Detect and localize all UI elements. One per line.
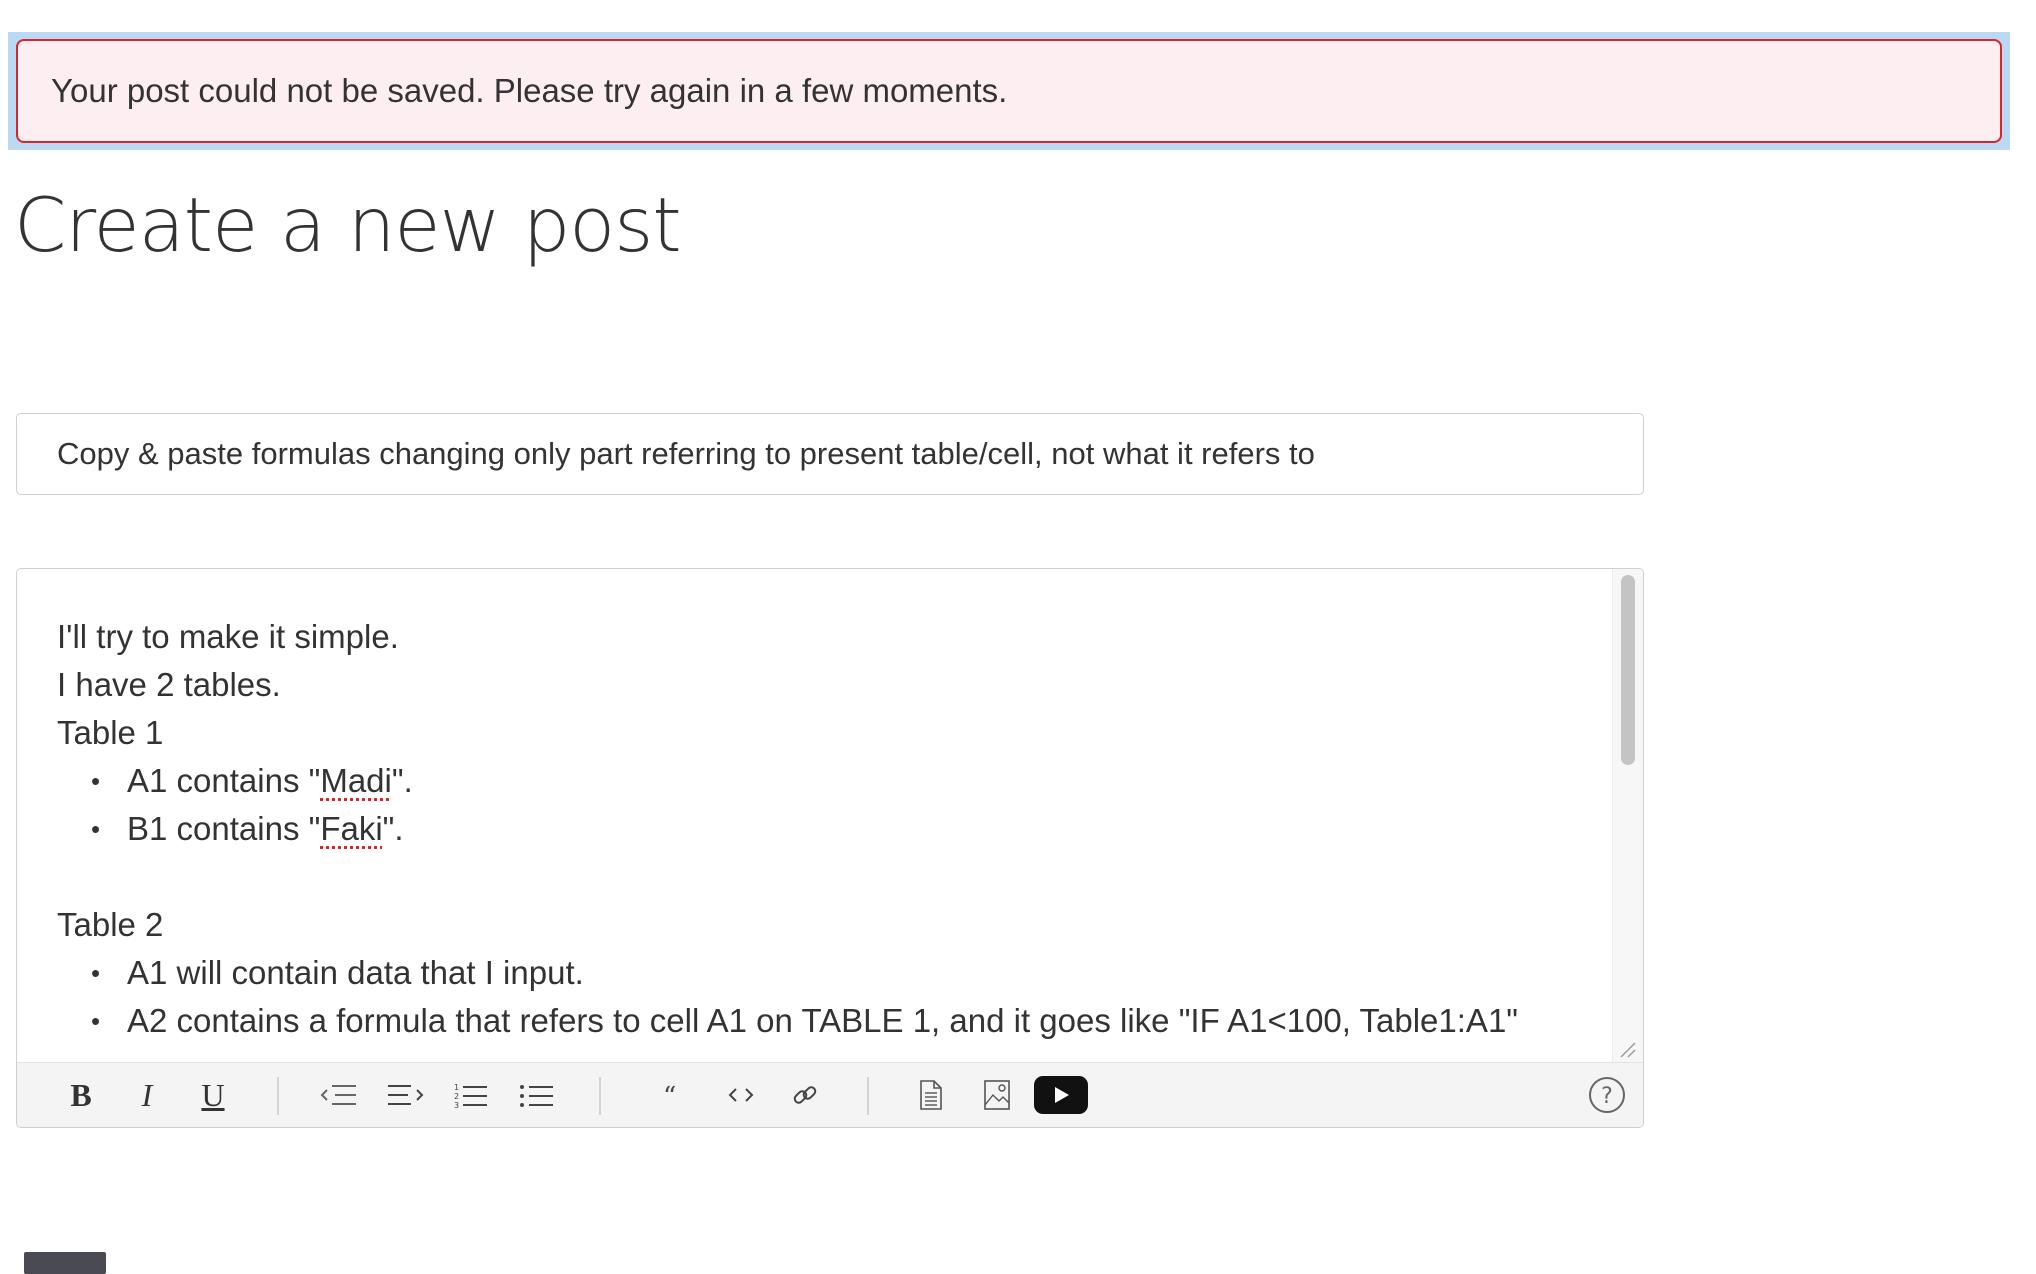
code-icon — [728, 1088, 754, 1102]
bold-button[interactable]: B — [59, 1073, 103, 1117]
outdent-button[interactable] — [317, 1073, 361, 1117]
quote-icon: “ — [663, 1083, 676, 1107]
svg-text:2: 2 — [454, 1092, 459, 1101]
misspelled-word[interactable]: Madi — [320, 762, 392, 799]
insert-video-button[interactable] — [1033, 1073, 1089, 1117]
italic-button[interactable]: I — [125, 1073, 169, 1117]
list-item: B1 contains "Faki". — [91, 805, 1573, 853]
help-button[interactable]: ? — [1585, 1073, 1629, 1117]
table2-heading: Table 2 — [57, 906, 164, 943]
attach-file-button[interactable] — [909, 1073, 953, 1117]
alert-focus-ring: Your post could not be saved. Please try… — [8, 32, 2010, 150]
editor-toolbar: B I U 1 2 3 “ ? — [17, 1062, 1643, 1127]
help-icon: ? — [1589, 1077, 1625, 1113]
toolbar-divider — [599, 1077, 601, 1115]
quote-button[interactable]: “ — [653, 1073, 697, 1117]
insert-image-icon — [984, 1080, 1010, 1110]
misspelled-word[interactable]: Faki — [320, 810, 382, 847]
underline-icon: U — [201, 1076, 225, 1113]
bold-icon: B — [70, 1076, 92, 1113]
editor-scrollbar[interactable] — [1612, 569, 1643, 1063]
list-item: A2 contains a formula that refers to cel… — [91, 997, 1573, 1045]
editor-content[interactable]: I'll try to make it simple. I have 2 tab… — [17, 569, 1613, 1063]
page-title: Create a new post — [14, 181, 682, 269]
editor-line: I have 2 tables. — [57, 666, 281, 703]
editor-line: I'll try to make it simple. — [57, 618, 399, 655]
list-item: A1 will contain data that I input. — [91, 949, 1573, 997]
svg-text:?: ? — [1601, 1084, 1613, 1109]
table1-heading: Table 1 — [57, 714, 164, 751]
svg-text:“: “ — [663, 1083, 676, 1107]
link-icon — [793, 1086, 817, 1104]
outdent-icon — [320, 1085, 356, 1105]
svg-text:1: 1 — [454, 1083, 459, 1092]
indent-button[interactable] — [383, 1073, 427, 1117]
numbered-list-button[interactable]: 1 2 3 — [449, 1073, 493, 1117]
list-item: A1 contains "Madi". — [91, 757, 1573, 805]
underline-button[interactable]: U — [191, 1073, 235, 1117]
insert-video-icon — [1034, 1076, 1088, 1114]
toolbar-divider — [867, 1077, 869, 1115]
error-alert: Your post could not be saved. Please try… — [16, 39, 2002, 143]
italic-icon: I — [141, 1076, 153, 1113]
post-title-input[interactable] — [16, 413, 1644, 495]
indent-icon — [388, 1085, 424, 1105]
resize-handle-icon[interactable] — [1619, 1041, 1637, 1059]
post-body-editor[interactable]: I'll try to make it simple. I have 2 tab… — [16, 568, 1644, 1128]
table1-list: A1 contains "Madi". B1 contains "Faki". — [57, 757, 1573, 853]
bulleted-list-icon — [520, 1085, 553, 1107]
toolbar-divider — [277, 1077, 279, 1115]
numbered-list-icon: 1 2 3 — [454, 1083, 487, 1109]
code-button[interactable] — [719, 1073, 763, 1117]
bulleted-list-button[interactable] — [515, 1073, 559, 1117]
table2-list: A1 will contain data that I input. A2 co… — [57, 949, 1573, 1045]
link-button[interactable] — [783, 1073, 827, 1117]
scrollbar-thumb[interactable] — [1621, 575, 1635, 765]
error-alert-message: Your post could not be saved. Please try… — [51, 72, 1008, 109]
insert-image-button[interactable] — [975, 1073, 1019, 1117]
attach-file-icon — [920, 1080, 942, 1110]
avatar — [24, 1252, 106, 1274]
svg-text:3: 3 — [454, 1101, 459, 1109]
